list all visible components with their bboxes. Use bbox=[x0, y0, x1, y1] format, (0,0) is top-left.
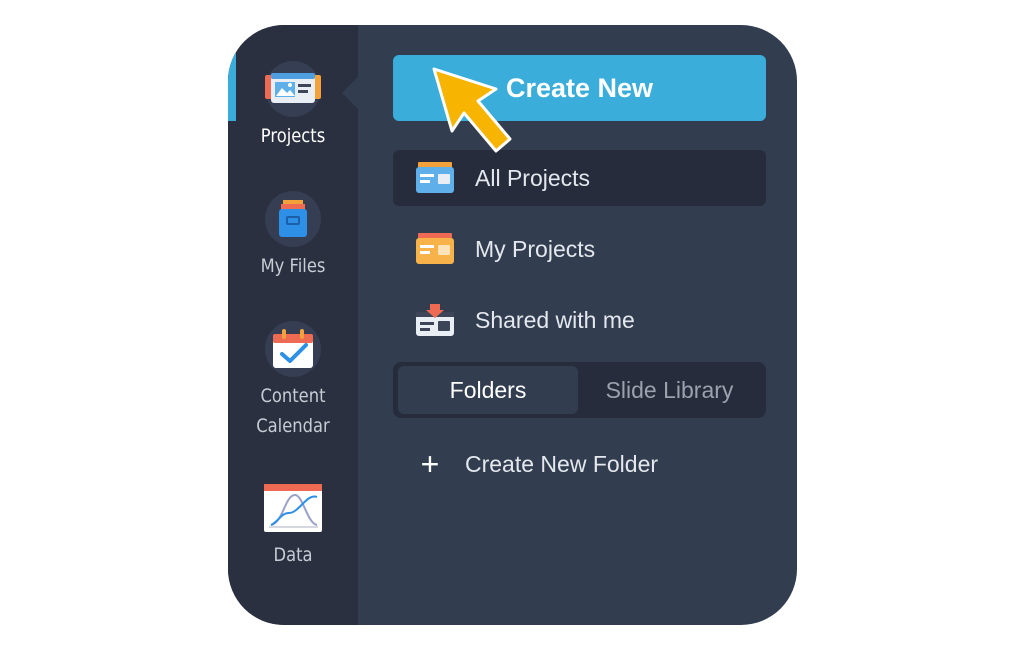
sidebar-item-data[interactable]: Data bbox=[228, 480, 358, 570]
sidebar-item-my-files[interactable]: My Files bbox=[228, 191, 358, 281]
sidebar: Projects My Files Content Calendar Data bbox=[228, 25, 358, 625]
data-chart-icon bbox=[261, 480, 325, 536]
sidebar-item-label: Projects bbox=[260, 125, 326, 147]
folder-tabs: Folders Slide Library bbox=[393, 362, 766, 418]
filter-label: Shared with me bbox=[475, 306, 635, 333]
projects-icon bbox=[265, 61, 321, 117]
shared-icon bbox=[415, 300, 455, 340]
pointer-arrow-icon bbox=[432, 67, 512, 153]
tab-folders[interactable]: Folders bbox=[398, 366, 578, 414]
calendar-label-line2: Calendar bbox=[256, 415, 330, 437]
sidebar-item-label: Data bbox=[273, 544, 313, 566]
create-folder-label: Create New Folder bbox=[465, 450, 659, 477]
calendar-label-line1: Content bbox=[260, 385, 326, 407]
calendar-icon bbox=[265, 321, 321, 377]
filter-label: All Projects bbox=[475, 164, 591, 191]
filter-my-projects[interactable]: My Projects bbox=[393, 221, 766, 277]
create-new-folder-button[interactable]: + Create New Folder bbox=[393, 439, 766, 489]
my-projects-icon bbox=[415, 229, 455, 269]
tab-slide-library[interactable]: Slide Library bbox=[578, 366, 761, 414]
sidebar-item-label: Content Calendar bbox=[237, 381, 349, 441]
plus-icon: + bbox=[420, 446, 440, 482]
sidebar-item-label: My Files bbox=[260, 255, 326, 277]
sidebar-item-projects[interactable]: Projects bbox=[228, 61, 358, 151]
filter-label: My Projects bbox=[475, 235, 596, 262]
files-icon bbox=[265, 191, 321, 247]
sidebar-item-content-calendar[interactable]: Content Calendar bbox=[228, 321, 358, 441]
filter-shared-with-me[interactable]: Shared with me bbox=[393, 292, 766, 348]
